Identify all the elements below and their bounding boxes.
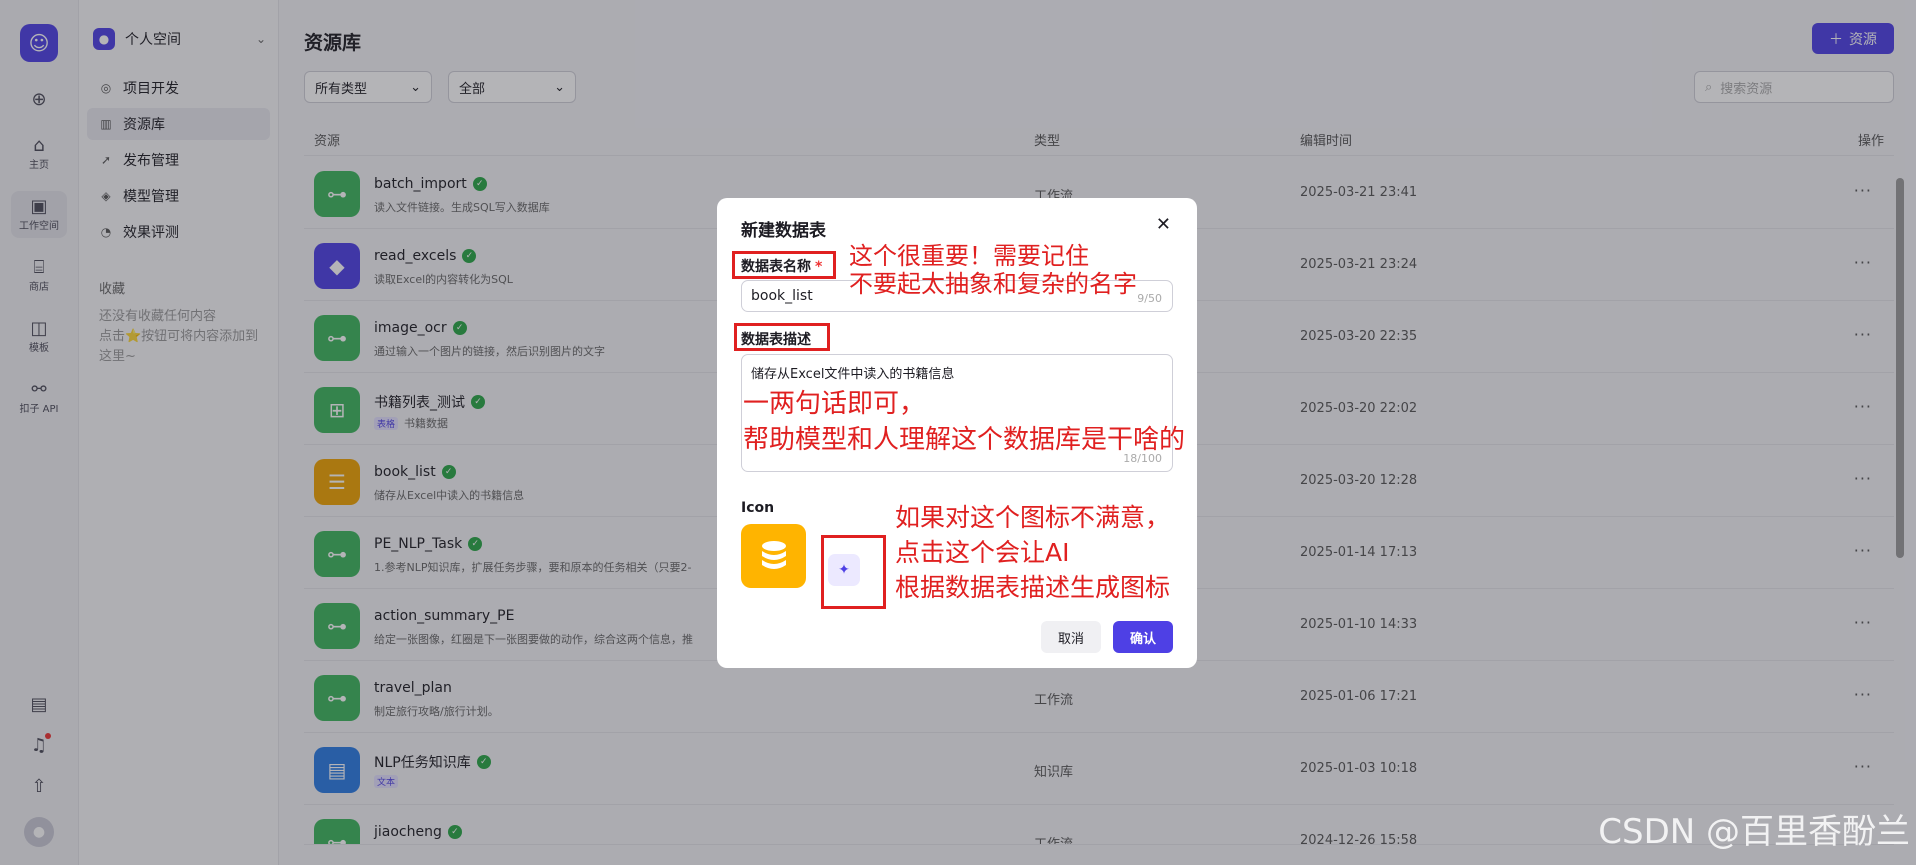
database-glyph	[761, 541, 786, 569]
watermark: CSDN @百里香酚兰	[1598, 812, 1910, 852]
annotation-icon-note: 如果对这个图标不满意， 点击这个会让AI 根据数据表描述生成图标	[895, 503, 1171, 602]
close-icon[interactable]: ✕	[1156, 214, 1171, 235]
dialog-title: 新建数据表	[741, 221, 826, 241]
annotation-box-ai-button	[821, 535, 886, 609]
annotation-box-name	[732, 251, 836, 279]
cancel-button[interactable]: 取消	[1041, 621, 1101, 653]
annotation-name-note: 这个很重要！需要记住 不要起太抽象和复杂的名字	[849, 242, 1137, 298]
database-icon[interactable]	[741, 524, 806, 588]
confirm-button[interactable]: 确认	[1113, 621, 1173, 653]
icon-label: Icon	[741, 500, 775, 516]
annotation-desc-note: 一两句话即可， 帮助模型和人理解这个数据库是干啥的	[743, 389, 1186, 455]
annotation-box-desc	[734, 323, 830, 351]
name-char-count: 9/50	[1137, 292, 1162, 305]
